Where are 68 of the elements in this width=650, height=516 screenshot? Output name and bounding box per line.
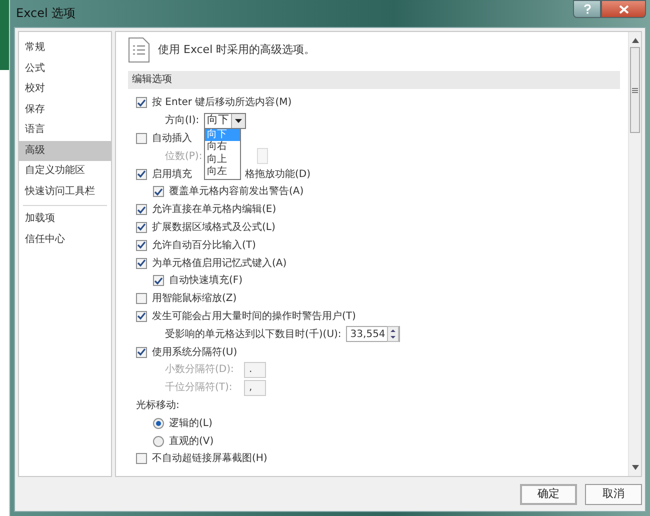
option-label: 自动快速填充(F) [169, 274, 243, 288]
group-label: 光标移动: [136, 398, 180, 413]
radio-button[interactable] [153, 436, 164, 447]
caret-icon [235, 118, 242, 123]
checkbox[interactable] [136, 310, 147, 322]
option-label: 覆盖单元格内容前发出警告(A) [169, 184, 304, 200]
option-label: 按 Enter 键后移动所选内容(M) [152, 96, 292, 110]
close-icon [618, 4, 628, 14]
option-label: 用智能鼠标缩放(Z) [152, 292, 237, 306]
option-label: 发生可能会占用大量时间的操作时警告用户(T) [152, 310, 356, 324]
field-label: 位数(P): [165, 150, 202, 164]
field-label: 小数分隔符(D): [165, 362, 235, 378]
option-label: 不自动超链接屏幕截图(H) [152, 452, 268, 466]
ok-button[interactable]: 确定 [520, 484, 577, 504]
document-icon [128, 37, 150, 63]
sidebar-item[interactable]: 快速访问工具栏 [19, 182, 111, 202]
checkbox[interactable] [136, 132, 147, 144]
checkbox[interactable] [153, 275, 164, 286]
checkbox[interactable] [136, 204, 147, 216]
menu-item[interactable]: 向右 [205, 141, 240, 154]
checkbox[interactable] [136, 346, 147, 358]
option-label: 扩展数据区域格式及公式(L) [152, 220, 276, 235]
radio-button[interactable] [153, 418, 164, 429]
vertical-scrollbar[interactable] [628, 32, 641, 476]
option-label: 格拖放功能(D) [245, 168, 311, 182]
field-label: 千位分隔符(T): [165, 380, 234, 396]
sidebar-item[interactable]: 语言 [19, 120, 111, 140]
field-label: 受影响的单元格达到以下数目时(千)(U): [165, 328, 342, 342]
option-label: 直观的(V) [169, 434, 214, 449]
sidebar-item[interactable]: 信任中心 [19, 230, 111, 250]
option-label: 使用系统分隔符(U) [152, 346, 238, 360]
close-button[interactable] [601, 0, 646, 18]
scroll-down-icon[interactable] [632, 465, 638, 470]
option-label: 自动插入 [152, 132, 192, 146]
checkbox[interactable] [136, 97, 147, 108]
help-button[interactable] [573, 0, 601, 18]
sidebar-item[interactable]: 常规 [19, 38, 111, 58]
spin-arrows-icon[interactable] [387, 326, 400, 342]
checkbox[interactable] [136, 258, 147, 269]
checkbox[interactable] [136, 168, 147, 180]
checkbox[interactable] [136, 453, 147, 464]
direction-dropdown[interactable]: 向下 [204, 112, 246, 129]
sidebar-item[interactable]: 加载项 [19, 209, 111, 230]
scroll-up-icon[interactable] [632, 38, 638, 43]
scroll-thumb[interactable] [630, 47, 640, 133]
cancel-button[interactable]: 取消 [585, 484, 642, 504]
option-label: 启用填充 [152, 168, 192, 182]
checkbox[interactable] [136, 222, 147, 233]
menu-item[interactable]: 向左 [205, 166, 240, 179]
field-label: 方向(I): [165, 114, 200, 128]
option-label: 允许自动百分比输入(T) [152, 238, 256, 253]
number-field[interactable]: 33,554 [346, 326, 400, 342]
menu-item[interactable]: 向上 [205, 154, 240, 166]
section-header: 编辑选项 [128, 71, 620, 89]
window-title: Excel 选项 [15, 5, 77, 22]
option-label: 逻辑的(L) [169, 416, 212, 431]
checkbox[interactable] [136, 293, 147, 304]
header-text: 使用 Excel 时采用的高级选项。 [158, 42, 316, 58]
question-mark-icon [584, 4, 590, 14]
sidebar-item[interactable]: 保存 [19, 100, 111, 120]
checkbox[interactable] [153, 186, 164, 198]
option-label: 允许直接在单元格内编辑(E) [152, 202, 276, 218]
sidebar-item[interactable]: 自定义功能区 [19, 161, 111, 182]
option-label: 为单元格值启用记忆式键入(A) [152, 256, 287, 271]
sidebar-item[interactable]: 校对 [19, 79, 111, 100]
checkbox[interactable] [136, 240, 147, 251]
sidebar-item[interactable]: 公式 [19, 58, 111, 79]
sidebar-item[interactable]: 高级 [19, 140, 111, 161]
